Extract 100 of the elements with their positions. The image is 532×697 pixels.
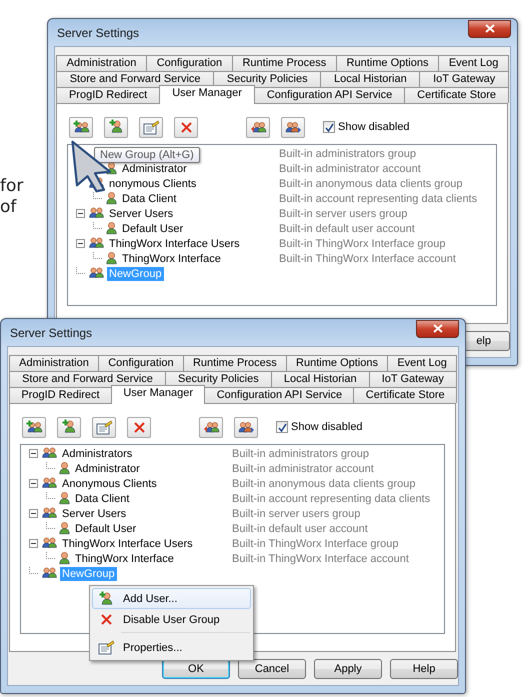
close-icon bbox=[484, 24, 494, 33]
tooltip: New Group (Alt+G) bbox=[94, 147, 200, 163]
tree-item[interactable]: Data Client bbox=[73, 492, 132, 506]
collapse-toggle[interactable] bbox=[76, 209, 85, 218]
tree-item[interactable]: Server Users bbox=[60, 506, 128, 520]
tab[interactable]: Runtime Options bbox=[336, 55, 440, 71]
checkbox[interactable] bbox=[323, 121, 335, 133]
collapse-toggle[interactable] bbox=[29, 539, 38, 548]
person-icon bbox=[106, 222, 117, 236]
window-title: Server Settings bbox=[57, 26, 140, 40]
tree-item[interactable]: ThingWorx Interface bbox=[73, 552, 176, 566]
dialog-button[interactable]: OK bbox=[162, 659, 230, 679]
cross-icon bbox=[132, 420, 146, 434]
description-text: Built-in ThingWorx Interface group bbox=[279, 238, 447, 250]
description-text: Built-in ThingWorx Interface account bbox=[232, 552, 410, 564]
tree-item[interactable]: ThingWorx Interface Users bbox=[60, 536, 195, 550]
tab[interactable]: Administration bbox=[9, 355, 100, 371]
menu-item[interactable]: Add User... bbox=[92, 588, 251, 609]
tree-item[interactable]: Administrator bbox=[73, 462, 142, 476]
tab[interactable]: Store and Forward Service bbox=[9, 371, 166, 387]
tab[interactable]: Certificate Store bbox=[404, 87, 510, 103]
add-group-button[interactable] bbox=[69, 116, 93, 138]
description-text: Built-in server users group bbox=[279, 208, 408, 220]
tab[interactable]: Security Policies bbox=[213, 71, 322, 87]
add-group-icon bbox=[72, 120, 90, 134]
collapse-toggle[interactable] bbox=[29, 449, 38, 458]
tab[interactable]: Event Log bbox=[387, 355, 458, 371]
description-text: Built-in anonymous data clients group bbox=[232, 478, 416, 490]
tab[interactable]: Configuration bbox=[146, 55, 233, 71]
dialog-button[interactable]: Apply bbox=[314, 659, 382, 679]
description-text: Built-in administrators group bbox=[279, 148, 417, 160]
tab[interactable]: Local Historian bbox=[320, 71, 420, 87]
tab[interactable]: IoT Gateway bbox=[419, 71, 509, 87]
person-icon bbox=[106, 192, 117, 206]
tab[interactable]: Configuration bbox=[98, 355, 184, 371]
export-button[interactable] bbox=[281, 116, 305, 138]
add-group-button[interactable] bbox=[22, 416, 46, 438]
properties-icon bbox=[96, 420, 112, 434]
menu-item[interactable]: Disable User Group bbox=[92, 609, 251, 637]
description-text: Built-in anonymous data clients group bbox=[279, 178, 464, 190]
menu-item[interactable]: Properties... bbox=[92, 637, 251, 658]
close-button[interactable] bbox=[416, 320, 459, 338]
tree-item[interactable]: nonymous Clients bbox=[107, 176, 198, 190]
tab[interactable]: Certificate Store bbox=[353, 387, 458, 403]
group-arrow-icon bbox=[238, 420, 254, 434]
cross-icon bbox=[180, 120, 192, 134]
description-text: Built-in ThingWorx Interface account bbox=[279, 252, 457, 264]
tab[interactable]: ProgID Redirect bbox=[56, 87, 160, 103]
tab[interactable]: Configuration API Service bbox=[204, 387, 354, 403]
delete-button[interactable] bbox=[127, 416, 151, 438]
tree-item[interactable]: Default User bbox=[120, 222, 186, 236]
person-icon bbox=[59, 522, 70, 536]
person-icon bbox=[59, 492, 70, 506]
checkbox[interactable] bbox=[276, 421, 288, 433]
tree-item[interactable]: ThingWorx Interface Users bbox=[107, 236, 242, 250]
tree-item[interactable]: Administrator bbox=[120, 162, 189, 176]
tab[interactable]: Security Policies bbox=[164, 371, 272, 387]
properties-button[interactable] bbox=[92, 416, 116, 438]
tab[interactable]: Administration bbox=[56, 55, 148, 71]
tree-item[interactable]: Server Users bbox=[107, 206, 176, 220]
tab[interactable]: ProgID Redirect bbox=[9, 387, 112, 403]
properties-button[interactable] bbox=[139, 116, 163, 138]
import-button[interactable] bbox=[199, 416, 223, 438]
collapse-toggle[interactable] bbox=[29, 509, 38, 518]
add-user-button[interactable] bbox=[57, 416, 81, 438]
dialog-button[interactable]: Help bbox=[390, 659, 458, 679]
group-arrow-icon bbox=[284, 120, 302, 134]
tab[interactable]: User Manager bbox=[110, 385, 206, 404]
tab[interactable]: Runtime Options bbox=[286, 355, 388, 371]
collapse-toggle[interactable] bbox=[76, 239, 85, 248]
tree-item[interactable]: Anonymous Clients bbox=[60, 476, 159, 490]
close-icon bbox=[432, 324, 442, 333]
tab[interactable]: User Manager bbox=[159, 85, 255, 104]
tree-item[interactable]: ThingWorx Interface bbox=[120, 252, 223, 266]
tree-item[interactable]: Default User bbox=[73, 522, 138, 536]
group-arrow-icon bbox=[202, 420, 220, 434]
checkbox-label: Show disabled bbox=[291, 421, 363, 433]
add-group-icon bbox=[26, 420, 42, 434]
properties-icon bbox=[142, 120, 160, 134]
collapse-toggle[interactable] bbox=[29, 479, 38, 488]
export-button[interactable] bbox=[234, 416, 258, 438]
description-text: Built-in administrator account bbox=[232, 462, 375, 474]
tab[interactable]: Event Log bbox=[438, 55, 510, 71]
person-icon bbox=[59, 552, 70, 566]
tab[interactable]: Local Historian bbox=[270, 371, 370, 387]
description-text: Built-in default user account bbox=[279, 222, 416, 234]
tab[interactable]: Configuration API Service bbox=[254, 87, 406, 103]
delete-button[interactable] bbox=[174, 116, 198, 138]
add-user-icon bbox=[109, 119, 123, 135]
tab[interactable]: Runtime Process bbox=[232, 55, 337, 71]
tab[interactable]: IoT Gateway bbox=[368, 371, 457, 387]
close-button[interactable] bbox=[468, 20, 511, 38]
tree-item[interactable]: Administrators bbox=[60, 446, 134, 460]
dialog-button[interactable]: Cancel bbox=[238, 659, 306, 679]
tab[interactable]: Runtime Process bbox=[182, 355, 287, 371]
tab[interactable]: Store and Forward Service bbox=[56, 71, 214, 87]
tree-item[interactable]: Data Client bbox=[120, 192, 178, 206]
import-button[interactable] bbox=[246, 116, 270, 138]
add-user-button[interactable] bbox=[104, 116, 128, 138]
group-arrow-icon bbox=[250, 120, 266, 134]
